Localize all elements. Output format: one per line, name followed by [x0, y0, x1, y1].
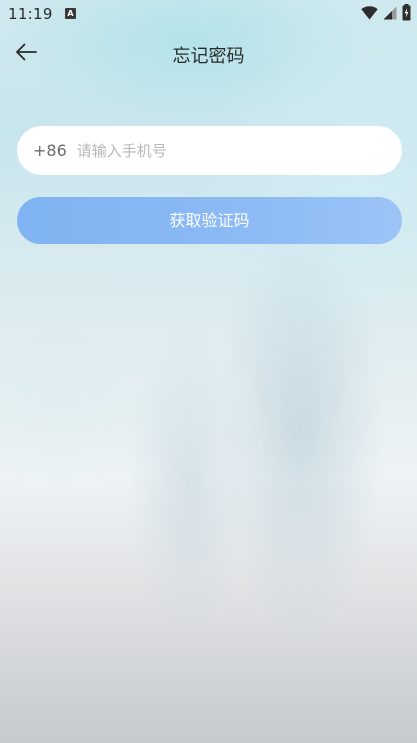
country-code[interactable]: +86	[33, 141, 67, 160]
cellular-signal-icon	[383, 5, 397, 24]
status-time: 11:19	[8, 5, 53, 23]
status-indicators	[361, 3, 411, 25]
get-verification-code-button[interactable]: 获取验证码	[17, 197, 402, 244]
notification-app-icon: A	[65, 8, 76, 19]
wifi-icon	[361, 5, 378, 24]
page-title: 忘记密码	[172, 46, 245, 67]
navigation-bar: 忘记密码	[0, 28, 417, 80]
phone-number-field[interactable]: +86	[17, 126, 402, 175]
status-bar: 11:19 A	[0, 0, 417, 28]
battery-icon	[402, 3, 411, 25]
phone-input[interactable]	[76, 141, 367, 160]
forgot-password-screen: 11:19 A 忘记密码 +86 请输入手机号 获取验证码	[0, 0, 417, 743]
